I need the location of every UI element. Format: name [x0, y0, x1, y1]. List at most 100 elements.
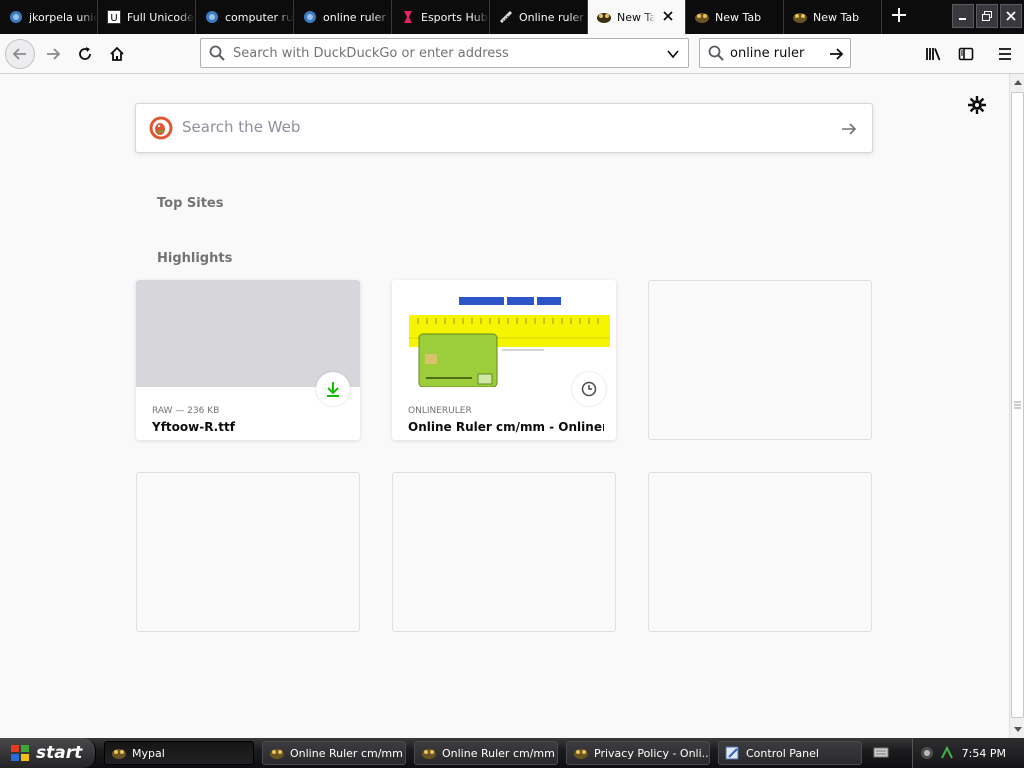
- card-meta: RAW — 236 KB: [152, 406, 220, 416]
- tab[interactable]: Esports Hub: [392, 0, 490, 34]
- restore-button[interactable]: [976, 4, 998, 28]
- forward-arrow-icon: [47, 48, 61, 60]
- pal-icon: [111, 745, 127, 761]
- search-submit-arrow-icon[interactable]: [840, 120, 858, 138]
- ruler-screenshot-image: [409, 297, 610, 388]
- search-icon: [209, 45, 225, 61]
- taskbar-item-label: Online Ruler cm/mm ...: [290, 746, 406, 760]
- card-title: Online Ruler cm/mm - Onlinerul...: [408, 420, 604, 434]
- close-tab-icon[interactable]: [661, 9, 675, 23]
- search-icon: [708, 45, 724, 61]
- card-thumbnail: [392, 280, 616, 388]
- history-clock-icon: [581, 381, 597, 397]
- tab-active[interactable]: New Tab: [588, 0, 686, 34]
- keyboard-icon[interactable]: [873, 745, 889, 759]
- tab[interactable]: jkorpela unicode: [0, 0, 98, 34]
- minimize-icon: [959, 18, 966, 20]
- back-arrow-icon: [12, 48, 26, 60]
- tab[interactable]: New Tab: [686, 0, 784, 34]
- scroll-down-arrow-icon[interactable]: [1010, 722, 1024, 738]
- highlight-card[interactable]: ONLINERULER Online Ruler cm/mm - Onliner…: [392, 280, 616, 440]
- tab[interactable]: Online ruler: [490, 0, 588, 34]
- library-button[interactable]: [919, 39, 949, 69]
- url-bar[interactable]: [200, 38, 689, 68]
- empty-highlight-slot: [648, 472, 872, 632]
- window-controls: [952, 4, 1022, 28]
- tab-title: Full Unicode: [127, 10, 194, 24]
- restore-icon: [982, 11, 992, 21]
- tab-title: jkorpela unicode: [29, 10, 97, 24]
- reload-button[interactable]: [70, 39, 100, 69]
- home-icon: [110, 46, 124, 61]
- search-bar[interactable]: [699, 38, 851, 68]
- taskbar-item[interactable]: Privacy Policy - Onli...: [566, 741, 710, 765]
- taskbar-item[interactable]: Mypal: [104, 741, 254, 765]
- empty-highlight-slot: [392, 472, 616, 632]
- highlight-card[interactable]: RAW — 236 KB Yftoow-R.ttf: [136, 280, 360, 440]
- pal-icon: [596, 9, 612, 25]
- card-thumbnail: [136, 280, 360, 387]
- home-button[interactable]: [102, 39, 132, 69]
- taskbar-item[interactable]: Control Panel: [718, 741, 862, 765]
- close-icon: [1006, 11, 1016, 21]
- forward-button[interactable]: [38, 39, 68, 69]
- empty-highlight-slot: [136, 472, 360, 632]
- close-window-button[interactable]: [1000, 4, 1022, 28]
- address-input[interactable]: [233, 45, 653, 61]
- tab[interactable]: New Tab: [784, 0, 882, 34]
- windows-logo-icon: [10, 744, 30, 762]
- tab[interactable]: computer ruler: [196, 0, 294, 34]
- taskbar-item-label: Mypal: [132, 746, 165, 760]
- network-icon[interactable]: [939, 745, 955, 761]
- tab[interactable]: U Full Unicode: [98, 0, 196, 34]
- top-sites-heading[interactable]: Top Sites: [157, 196, 224, 211]
- pal-icon: [421, 745, 437, 761]
- tab-title: computer ruler: [225, 10, 293, 24]
- svg-text:U: U: [110, 13, 117, 24]
- settings-button[interactable]: [966, 94, 988, 116]
- go-arrow-icon[interactable]: [828, 46, 844, 62]
- hamburger-menu-icon: [999, 48, 1011, 60]
- empty-highlight-slot: [648, 280, 872, 440]
- esports-icon: [400, 9, 416, 25]
- sidebar-icon: [958, 47, 974, 61]
- taskbar-item[interactable]: Online Ruler cm/mm ...: [414, 741, 558, 765]
- tab[interactable]: online ruler: [294, 0, 392, 34]
- browser-window: jkorpela unicode U Full Unicode computer…: [0, 0, 1024, 768]
- minimize-button[interactable]: [952, 4, 974, 28]
- taskbar-item-label: Online Ruler cm/mm ...: [442, 746, 558, 760]
- new-tab-button[interactable]: [882, 0, 916, 34]
- tab-strip: jkorpela unicode U Full Unicode computer…: [0, 0, 1024, 34]
- system-tray: 7:54 PM: [873, 738, 1024, 768]
- duckduckgo-logo-icon: [149, 116, 173, 140]
- taskbar-item-label: Privacy Policy - Onli...: [594, 746, 710, 760]
- search-input[interactable]: [730, 45, 822, 61]
- history-badge: [572, 372, 606, 406]
- pal-icon: [269, 745, 285, 761]
- chevron-down-icon[interactable]: [666, 47, 680, 61]
- card-meta: ONLINERULER: [408, 406, 472, 416]
- control-panel-icon: [725, 745, 741, 761]
- scroll-thumb[interactable]: [1011, 92, 1024, 718]
- vertical-scrollbar[interactable]: [1009, 74, 1024, 738]
- duckduckgo-icon: [8, 9, 24, 25]
- ruler-icon: [498, 9, 514, 25]
- reload-icon: [79, 47, 91, 60]
- scroll-up-arrow-icon[interactable]: [1010, 74, 1024, 90]
- tab-title: New Tab: [813, 10, 860, 24]
- clock[interactable]: 7:54 PM: [962, 747, 1006, 760]
- highlights-heading[interactable]: Highlights: [157, 251, 232, 266]
- taskbar: start Mypal Online Ruler cm/mm ... Onlin…: [0, 738, 1024, 768]
- sidebar-button[interactable]: [951, 39, 981, 69]
- pal-icon: [573, 745, 589, 761]
- new-tab-page: Top Sites Highlights RAW — 236 KB Yftoow…: [0, 74, 1009, 738]
- back-button[interactable]: [5, 39, 35, 69]
- web-search-box[interactable]: [135, 103, 873, 153]
- start-button[interactable]: start: [0, 738, 96, 768]
- taskbar-item[interactable]: Online Ruler cm/mm ...: [262, 741, 406, 765]
- start-label: start: [36, 743, 83, 763]
- web-search-input[interactable]: [182, 118, 802, 136]
- gear-icon: [968, 96, 986, 114]
- tray-app-icon[interactable]: [919, 745, 935, 761]
- menu-button[interactable]: [990, 39, 1020, 69]
